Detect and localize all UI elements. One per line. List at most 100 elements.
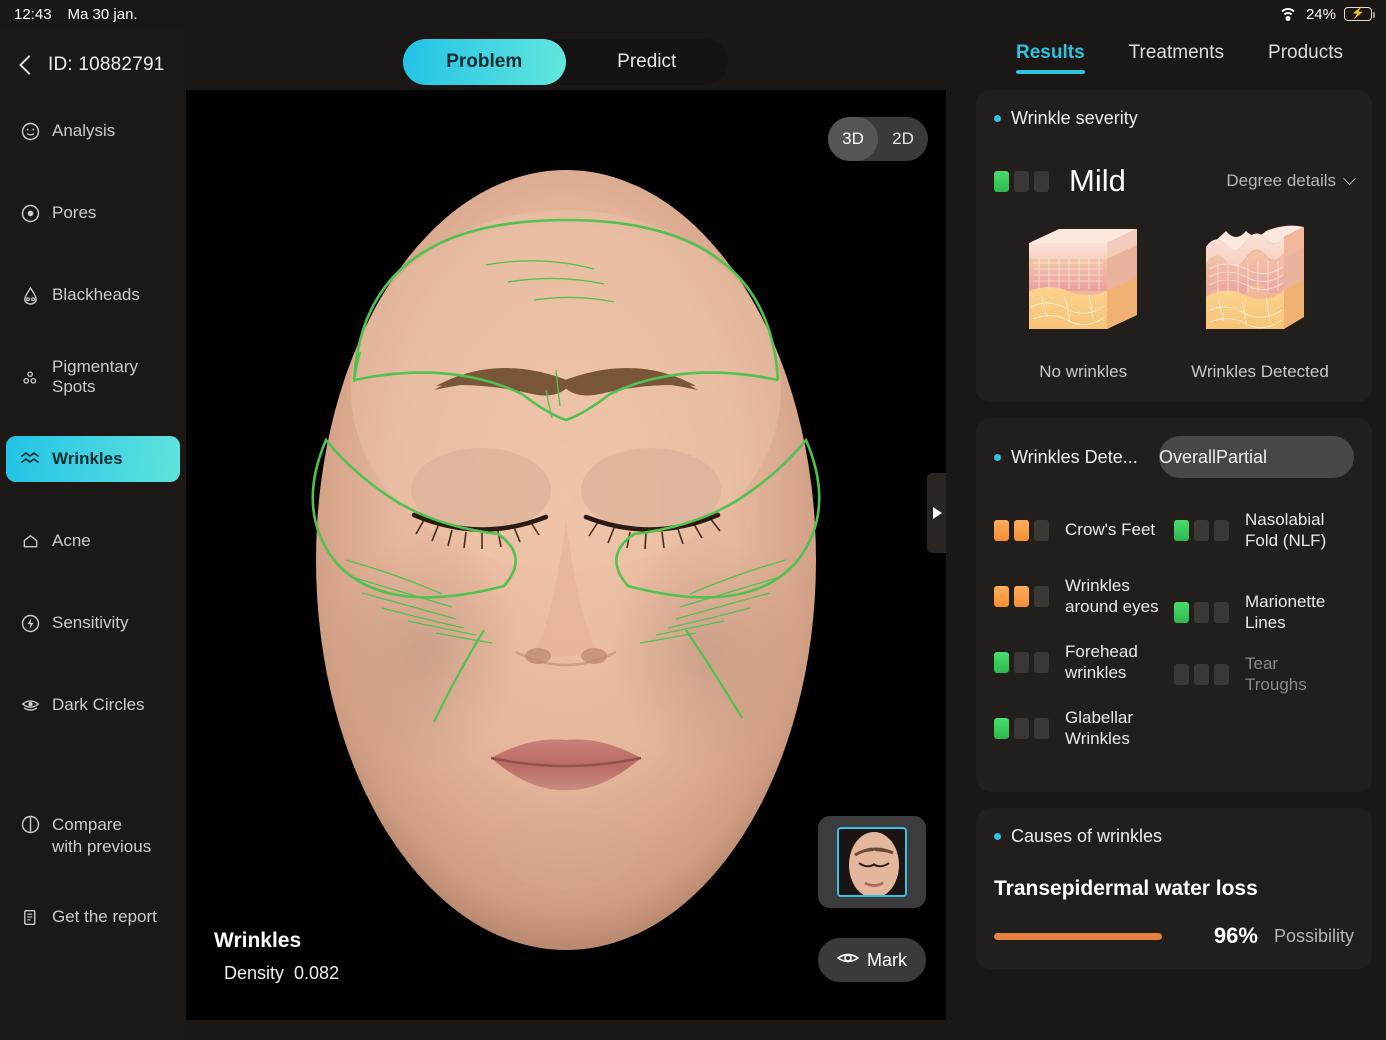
toggle-partial[interactable]: Partial (1216, 447, 1267, 468)
tab-problem[interactable]: Problem (403, 39, 566, 85)
sidebar-item-pigmentary-spots[interactable]: Pigmentary Spots (6, 354, 180, 400)
sidebar-bottom: Compare with previous Get the report (0, 812, 186, 940)
sidebar-item-label: Acne (52, 531, 91, 550)
skin-cross-section-smooth (1029, 229, 1138, 329)
list-item: Crow's Feet (994, 508, 1174, 552)
compare-contrast-icon (20, 814, 40, 834)
causes-card-title: Causes of wrinkles (1011, 826, 1163, 846)
chevron-down-icon (1343, 171, 1356, 185)
battery-percent: 24% (1305, 5, 1336, 23)
cause-name: Transepidermal water loss (994, 877, 1258, 900)
sidebar-item-label: Dark Circles (52, 695, 145, 714)
sidebar-nav: Analysis Pores Blackheads Pigmentary Spo… (0, 108, 186, 940)
degree-details-button[interactable]: Degree details (1226, 171, 1356, 191)
detected-grid: Crow's Feet Wrinkles around eyes Forehea… (994, 508, 1354, 772)
possibility-progress-bar (994, 932, 1162, 940)
back-button[interactable]: ID: 10882791 (0, 36, 186, 86)
skin-diagrams: No wrinkles Wrinkles Detected (994, 223, 1354, 382)
sidebar-item-label: Get the report (52, 907, 157, 927)
panel-tabs: Results Treatments Products (976, 28, 1372, 74)
detected-card-title: Wrinkles Dete... (1011, 446, 1138, 467)
density-label: Density (224, 963, 285, 983)
bullet-dot-icon (994, 115, 1001, 122)
sidebar-item-acne[interactable]: Acne (6, 518, 180, 564)
severity-row: Mild Degree details (994, 163, 1356, 199)
severity-bars (994, 651, 1049, 673)
sidebar-item-label: Sensitivity (52, 613, 129, 632)
eye-layers-icon (20, 695, 40, 715)
severity-bars (994, 519, 1049, 541)
severity-bars (1174, 519, 1229, 541)
sidebar-item-label: Wrinkles (52, 449, 123, 468)
detected-item-label: Forehead wrinkles (1065, 641, 1138, 682)
dimension-toggle[interactable]: 3D 2D (828, 117, 928, 161)
skin-diagram-no-wrinkles: No wrinkles (1019, 223, 1147, 382)
sidebar-item-label: Pores (52, 203, 97, 222)
card-title: Causes of wrinkles (994, 826, 1354, 847)
nose-icon (20, 285, 40, 305)
status-right: 24% ⚡ (1278, 5, 1375, 23)
document-icon (20, 907, 40, 927)
eye-icon (836, 950, 860, 971)
causes-of-wrinkles-card: Causes of wrinkles Transepidermal water … (976, 808, 1372, 969)
sidebar-item-get-the-report[interactable]: Get the report (6, 894, 180, 940)
mark-button[interactable]: Mark (818, 938, 926, 982)
tab-products[interactable]: Products (1268, 42, 1343, 74)
triangle-right-icon (932, 507, 942, 519)
detected-item-label: Glabellar Wrinkles (1065, 707, 1134, 748)
skin-diagram-wrinkles-detected: Wrinkles Detected (1191, 223, 1329, 382)
density-value: 0.082 (294, 963, 340, 983)
detected-left-column: Crow's Feet Wrinkles around eyes Forehea… (994, 508, 1174, 772)
skin-cross-section-wrinkled (1205, 225, 1304, 329)
panel-expand-button[interactable] (927, 473, 946, 553)
toggle-3d[interactable]: 3D (828, 117, 878, 161)
pore-circle-icon (20, 203, 40, 223)
severity-bars (994, 170, 1049, 192)
list-item: Marionette Lines (1174, 590, 1354, 634)
sidebar-item-analysis[interactable]: Analysis (6, 108, 180, 154)
severity-bars (994, 585, 1049, 607)
sidebar-item-label-line2: with previous (52, 837, 152, 857)
wrinkles-detected-card: Wrinkles Dete... Overall Partial Crow's … (976, 418, 1372, 792)
mark-button-label: Mark (867, 949, 907, 970)
sidebar-item-pores[interactable]: Pores (6, 190, 180, 236)
toggle-overall[interactable]: Overall (1159, 447, 1216, 468)
skin-diagram-caption: No wrinkles (1039, 362, 1128, 381)
detected-item-label: Marionette Lines (1245, 591, 1326, 632)
mode-toggle[interactable]: Problem Predict (403, 39, 728, 85)
tab-predict[interactable]: Predict (566, 39, 729, 85)
detected-item-label: Crow's Feet (1065, 520, 1156, 540)
toggle-2d[interactable]: 2D (878, 117, 928, 161)
status-bar: 12:43 Ma 30 jan. 24% ⚡ (0, 0, 1386, 28)
possibility-percent: 96% (1213, 923, 1258, 948)
lightning-circle-icon (20, 613, 40, 633)
smiley-face-icon (20, 121, 40, 141)
severity-bars (1174, 663, 1229, 685)
list-item: Wrinkles around eyes (994, 574, 1174, 618)
face-thumbnail[interactable] (818, 816, 926, 908)
sidebar-item-blackheads[interactable]: Blackheads (6, 272, 180, 318)
wrinkle-severity-card: Wrinkle severity Mild Degree details No … (976, 90, 1372, 402)
tab-results[interactable]: Results (1016, 42, 1085, 74)
scope-toggle[interactable]: Overall Partial (1159, 436, 1354, 478)
face-viewer[interactable]: 3D 2D Wrinkles Density 0.082 Mark (186, 90, 946, 1020)
card-title: Wrinkles Dete... Overall Partial (994, 436, 1354, 478)
detected-right-column: Nasolabial Fold (NLF) Marionette Lines T… (1174, 508, 1354, 772)
cause-progress-row: 96% Possibility (994, 923, 1354, 949)
sidebar-item-compare-with-previous[interactable]: Compare with previous (6, 812, 180, 858)
sidebar-item-dark-circles[interactable]: Dark Circles (6, 682, 180, 728)
sidebar-item-wrinkles[interactable]: Wrinkles (6, 436, 180, 482)
tab-treatments[interactable]: Treatments (1129, 42, 1224, 74)
sidebar: ID: 10882791 Analysis Pores Blackheads P… (0, 28, 186, 1040)
acne-bump-icon (20, 531, 40, 551)
status-left: 12:43 Ma 30 jan. (14, 6, 138, 23)
sidebar-item-label: Compare (52, 815, 122, 834)
patient-id-label: ID: 10882791 (48, 54, 165, 75)
possibility-label: Possibility (1273, 925, 1354, 946)
detected-item-label: Tear Troughs (1245, 653, 1307, 694)
viewer-overlay-info: Wrinkles Density 0.082 (214, 929, 339, 984)
status-date: Ma 30 jan. (67, 5, 138, 23)
wifi-icon (1278, 7, 1298, 22)
sidebar-item-sensitivity[interactable]: Sensitivity (6, 600, 180, 646)
chevron-left-icon (19, 55, 39, 75)
